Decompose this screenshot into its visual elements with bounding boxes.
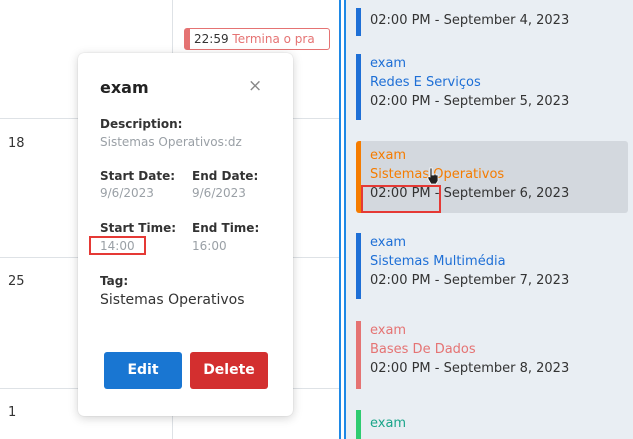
calendar-event-chip[interactable]: 22:59 Termina o pra (184, 28, 330, 50)
description-label: Description: (100, 117, 183, 131)
event-datetime: 02:00 PM - September 7, 2023 (370, 273, 570, 288)
popover-title: exam (100, 78, 149, 97)
tag-label: Tag: (100, 274, 129, 288)
event-type-label: exam (370, 56, 407, 71)
annotation-highlight-box (361, 185, 441, 213)
list-item[interactable]: exam Sistemas Multimédia 02:00 PM - Sept… (356, 233, 628, 299)
calendar-event-title: Termina o pra (232, 32, 315, 46)
end-time-value: 16:00 (192, 239, 227, 253)
start-date-label: Start Date: (100, 169, 176, 183)
event-type-label: exam (370, 323, 407, 338)
close-icon[interactable]: × (248, 76, 262, 96)
end-date-value: 9/6/2023 (192, 186, 246, 200)
hand-cursor-icon (427, 167, 439, 185)
event-subject: Bases De Dados (370, 342, 476, 357)
list-item[interactable]: exam (356, 410, 628, 439)
event-datetime: 02:00 PM - September 8, 2023 (370, 361, 570, 376)
description-value: Sistemas Operativos:dz (100, 135, 242, 149)
event-subject: Redes E Serviços (370, 75, 481, 90)
edit-button[interactable]: Edit (104, 352, 182, 389)
event-list-panel[interactable]: 02:00 PM - September 4, 2023 exam Redes … (346, 0, 633, 439)
event-subject: Sistemas Multimédia (370, 254, 506, 269)
day-number[interactable]: 25 (8, 274, 25, 289)
event-datetime: 02:00 PM - September 4, 2023 (370, 13, 570, 28)
start-date-value: 9/6/2023 (100, 186, 154, 200)
delete-button[interactable]: Delete (190, 352, 268, 389)
event-datetime: 02:00 PM - September 5, 2023 (370, 94, 570, 109)
day-number[interactable]: 1 (8, 405, 16, 420)
event-details-popover: exam × Description: Sistemas Operativos:… (78, 53, 293, 416)
start-time-label: Start Time: (100, 221, 177, 235)
event-subject: Sistemas Operativos (370, 167, 505, 182)
event-type-label: exam (370, 416, 407, 431)
event-type-label: exam (370, 148, 407, 163)
calendar-event-time: 22:59 (194, 32, 229, 46)
annotation-highlight-box (89, 236, 146, 255)
list-item[interactable]: exam Redes E Serviços 02:00 PM - Septemb… (356, 54, 628, 120)
event-type-label: exam (370, 235, 407, 250)
day-number[interactable]: 18 (8, 136, 25, 151)
list-item[interactable]: 02:00 PM - September 4, 2023 (356, 8, 628, 36)
end-time-label: End Time: (192, 221, 260, 235)
list-item[interactable]: exam Bases De Dados 02:00 PM - September… (356, 321, 628, 389)
panel-divider (339, 0, 341, 439)
tag-value: Sistemas Operativos (100, 292, 245, 308)
end-date-label: End Date: (192, 169, 259, 183)
